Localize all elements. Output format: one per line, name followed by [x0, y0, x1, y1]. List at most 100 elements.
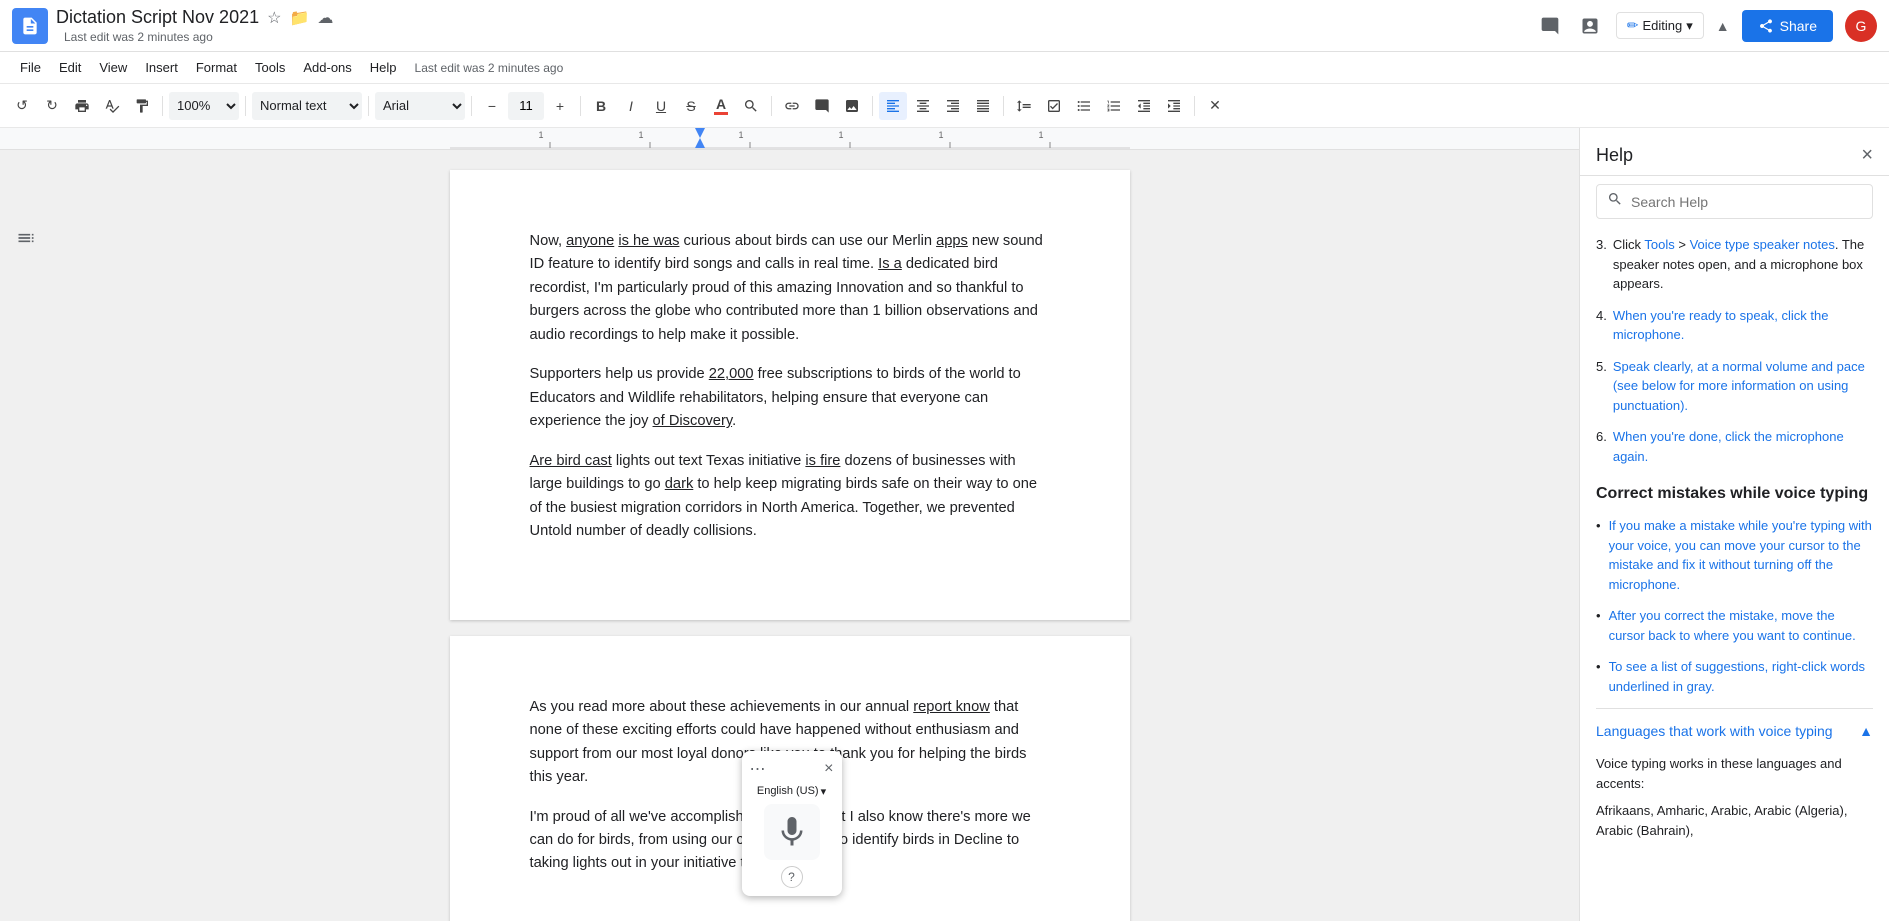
italic-btn[interactable]: I	[617, 92, 645, 120]
numbered-list-btn[interactable]	[1100, 92, 1128, 120]
editing-mode-btn[interactable]: ✏ Editing ▾	[1616, 12, 1704, 39]
languages-collapsible-content: Voice typing works in these languages an…	[1596, 754, 1873, 852]
doc-title-area: Dictation Script Nov 2021 ☆ 📁 ☁ Last edi…	[56, 7, 1528, 44]
help-close-btn[interactable]: ×	[1861, 144, 1873, 167]
print-btn[interactable]	[68, 92, 96, 120]
cloud-icon[interactable]: ☁	[317, 8, 333, 28]
top-right-actions: ✏ Editing ▾ ▲ Share G	[1536, 10, 1877, 42]
toolbar-sep-4	[471, 96, 472, 116]
mic-language-selector[interactable]: English (US) ▾	[757, 785, 826, 798]
indent-decrease-btn[interactable]	[1130, 92, 1158, 120]
toolbar-sep-9	[1194, 96, 1195, 116]
bullet-list-btn[interactable]	[1070, 92, 1098, 120]
user-avatar[interactable]: G	[1845, 10, 1877, 42]
last-edit-text: Last edit was 2 minutes ago	[64, 30, 213, 44]
page-1-content[interactable]: Now, anyone is he was curious about bird…	[530, 230, 1050, 544]
menu-edit[interactable]: Edit	[51, 56, 89, 79]
menu-addons[interactable]: Add-ons	[295, 56, 359, 79]
tools-link[interactable]: Tools	[1644, 237, 1674, 252]
languages-list: Afrikaans, Amharic, Arabic, Arabic (Alge…	[1596, 801, 1873, 840]
style-select[interactable]: Normal text	[252, 92, 362, 120]
languages-collapsible-header[interactable]: Languages that work with voice typing ▲	[1596, 709, 1873, 754]
checklist-btn[interactable]	[1040, 92, 1068, 120]
voice-type-link[interactable]: Voice type speaker notes	[1690, 237, 1835, 252]
pages-container: Now, anyone is he was curious about bird…	[0, 150, 1579, 921]
bold-btn[interactable]: B	[587, 92, 615, 120]
share-label: Share	[1780, 18, 1817, 34]
font-size-input[interactable]	[508, 92, 544, 120]
paragraph-1: Now, anyone is he was curious about bird…	[530, 230, 1050, 347]
toolbar-sep-3	[368, 96, 369, 116]
mic-more-btn[interactable]: ⋯	[750, 759, 766, 779]
redo-btn[interactable]: ↻	[38, 92, 66, 120]
help-step-6: 6. When you're done, click the microphon…	[1596, 427, 1873, 466]
mic-widget-header: ⋯ ×	[750, 759, 834, 779]
link-btn[interactable]	[778, 92, 806, 120]
menu-format[interactable]: Format	[188, 56, 245, 79]
star-icon[interactable]: ☆	[267, 8, 281, 28]
collapse-toolbar-btn[interactable]: ▲	[1716, 18, 1730, 34]
align-justify-btn[interactable]	[969, 92, 997, 120]
main-layout: 1 1 1 1 1 1 Now, anyone is he was curiou…	[0, 128, 1889, 921]
pencil-icon: ✏	[1627, 17, 1639, 34]
folder-icon[interactable]: 📁	[289, 8, 309, 28]
menu-bar: File Edit View Insert Format Tools Add-o…	[0, 52, 1889, 84]
align-left-btn[interactable]	[879, 92, 907, 120]
underline-btn[interactable]: U	[647, 92, 675, 120]
font-select[interactable]: Arial	[375, 92, 465, 120]
highlight-btn[interactable]	[737, 92, 765, 120]
mic-button[interactable]	[764, 804, 820, 860]
decrease-font-btn[interactable]: −	[478, 92, 506, 120]
help-bullet-1: • If you make a mistake while you're typ…	[1596, 516, 1873, 594]
comments-icon[interactable]	[1536, 12, 1564, 40]
menu-help[interactable]: Help	[362, 56, 405, 79]
page-1: Now, anyone is he was curious about bird…	[450, 170, 1130, 620]
doc-title: Dictation Script Nov 2021	[56, 7, 259, 28]
help-step-5: 5. Speak clearly, at a normal volume and…	[1596, 357, 1873, 416]
undo-btn[interactable]: ↺	[8, 92, 36, 120]
help-panel-title: Help	[1596, 145, 1633, 166]
editing-dropdown-icon: ▾	[1686, 18, 1693, 34]
zoom-select[interactable]: 100%	[169, 92, 239, 120]
image-btn[interactable]	[838, 92, 866, 120]
toolbar-sep-6	[771, 96, 772, 116]
ruler-inner: 1 1 1 1 1 1	[450, 128, 1130, 149]
mic-help-btn[interactable]: ?	[781, 866, 803, 888]
step6-link[interactable]: When you're done, click the microphone a…	[1613, 429, 1844, 464]
menu-tools[interactable]: Tools	[247, 56, 293, 79]
clear-format-btn[interactable]: ✕	[1201, 92, 1229, 120]
indent-increase-btn[interactable]	[1160, 92, 1188, 120]
mic-lang-dropdown: ▾	[821, 785, 827, 798]
font-size-area: − +	[478, 92, 574, 120]
spellcheck-btn[interactable]	[98, 92, 126, 120]
languages-collapse-icon: ▲	[1859, 721, 1873, 742]
suggest-icon[interactable]	[1576, 12, 1604, 40]
toolbar-sep-7	[872, 96, 873, 116]
step5-link[interactable]: Speak clearly, at a normal volume and pa…	[1613, 359, 1865, 413]
share-button[interactable]: Share	[1742, 10, 1833, 42]
align-center-btn[interactable]	[909, 92, 937, 120]
editing-label: Editing	[1643, 18, 1683, 33]
paintformat-btn[interactable]	[128, 92, 156, 120]
increase-font-btn[interactable]: +	[546, 92, 574, 120]
help-search-icon	[1607, 191, 1623, 212]
toolbar-sep-2	[245, 96, 246, 116]
help-search-box[interactable]	[1596, 184, 1873, 219]
paragraph-2: Supporters help us provide 22,000 free s…	[530, 363, 1050, 433]
comment-btn[interactable]	[808, 92, 836, 120]
step4-link[interactable]: When you're ready to speak, click the mi…	[1613, 308, 1829, 343]
menu-view[interactable]: View	[91, 56, 135, 79]
mic-widget: ⋯ × English (US) ▾ ?	[742, 751, 842, 896]
help-search-input[interactable]	[1631, 194, 1862, 210]
outline-toggle-btn[interactable]	[16, 228, 36, 251]
align-right-btn[interactable]	[939, 92, 967, 120]
toolbar: ↺ ↻ 100% Normal text Arial − + B I U S A	[0, 84, 1889, 128]
strikethrough-btn[interactable]: S	[677, 92, 705, 120]
mic-close-btn[interactable]: ×	[824, 760, 833, 778]
toolbar-sep-5	[580, 96, 581, 116]
menu-file[interactable]: File	[12, 56, 49, 79]
line-spacing-btn[interactable]	[1010, 92, 1038, 120]
menu-insert[interactable]: Insert	[137, 56, 186, 79]
help-step-4: 4. When you're ready to speak, click the…	[1596, 306, 1873, 345]
text-color-btn[interactable]: A	[707, 92, 735, 120]
